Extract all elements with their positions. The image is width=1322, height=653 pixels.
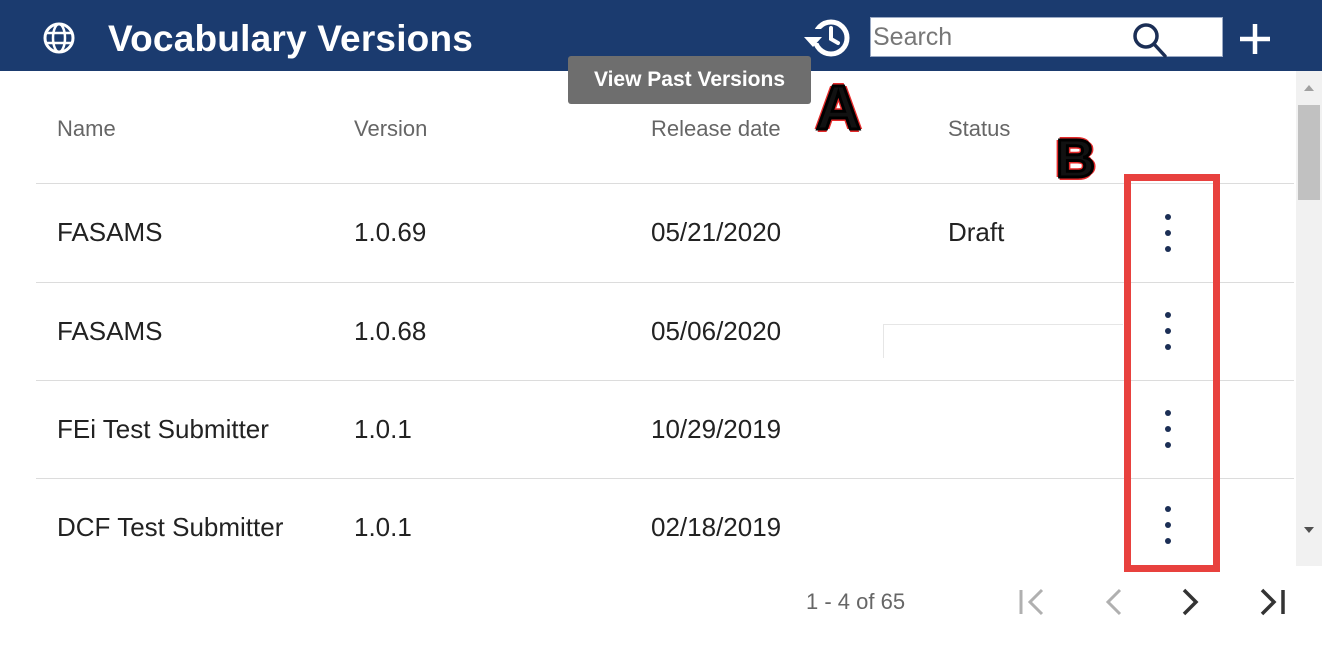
- search-icon[interactable]: [1128, 20, 1172, 64]
- scroll-down-icon[interactable]: [1296, 520, 1322, 540]
- last-page-icon[interactable]: [1250, 580, 1294, 624]
- cell-release-date: 02/18/2019: [651, 512, 782, 542]
- row-divider: [36, 282, 1294, 283]
- cell-name: FASAMS: [57, 316, 163, 346]
- annotation-a: A: [815, 74, 863, 143]
- column-header-name[interactable]: Name: [57, 116, 116, 142]
- plus-icon[interactable]: [1236, 20, 1274, 58]
- row-divider: [36, 478, 1294, 479]
- cell-name: FASAMS: [57, 217, 163, 247]
- scroll-up-icon[interactable]: [1296, 78, 1322, 98]
- pagination-range: 1 - 4 of 65: [806, 589, 906, 614]
- cell-status: Draft: [948, 217, 1005, 247]
- cell-release-date: 10/29/2019: [651, 414, 782, 444]
- cell-name: DCF Test Submitter: [57, 512, 284, 542]
- cell-release-date: 05/21/2020: [651, 217, 782, 247]
- column-header-version[interactable]: Version: [354, 116, 427, 142]
- cell-version: 1.0.68: [354, 316, 427, 346]
- cell-version: 1.0.69: [354, 217, 427, 247]
- cell-name: FEi Test Submitter: [57, 414, 269, 444]
- cell-version: 1.0.1: [354, 414, 412, 444]
- page-title: Vocabulary Versions: [108, 18, 474, 59]
- column-header-release-date[interactable]: Release date: [651, 116, 781, 142]
- chevron-left-icon[interactable]: [1092, 580, 1136, 624]
- tooltip-view-past-versions: View Past Versions: [568, 56, 811, 104]
- cell-release-date: 05/06/2020: [651, 316, 782, 346]
- scrollbar-thumb[interactable]: [1298, 105, 1320, 200]
- annotation-highlight-box: [1124, 174, 1220, 572]
- history-icon[interactable]: [800, 15, 858, 61]
- row-divider: [36, 380, 1294, 381]
- search-input[interactable]: [873, 20, 1123, 54]
- first-page-icon[interactable]: [1010, 580, 1054, 624]
- cell-version: 1.0.1: [354, 512, 412, 542]
- row-divider: [36, 183, 1294, 184]
- chevron-right-icon[interactable]: [1168, 580, 1212, 624]
- globe-icon: [43, 22, 75, 54]
- column-header-status[interactable]: Status: [948, 116, 1010, 142]
- menu-outline: [883, 324, 1123, 358]
- annotation-b: B: [1055, 129, 1097, 189]
